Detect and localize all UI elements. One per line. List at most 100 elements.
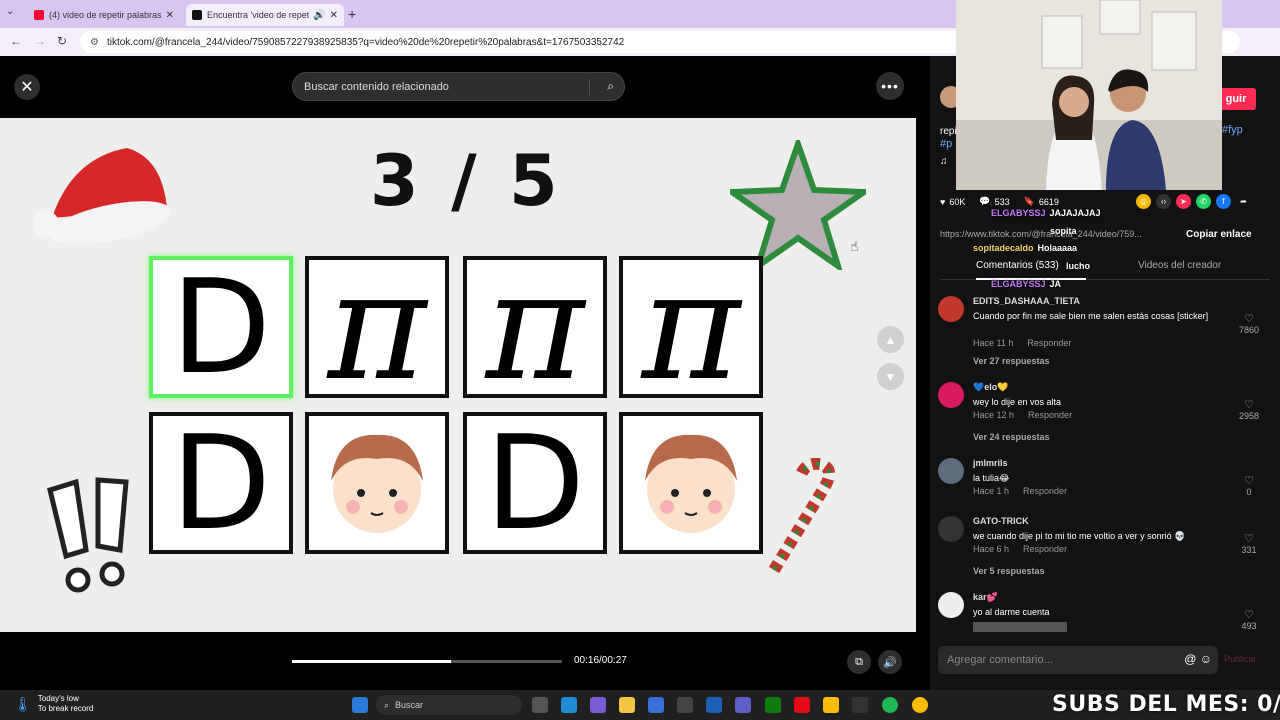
progress-slider[interactable] — [292, 660, 562, 663]
view-replies-button[interactable]: Ver 24 respuestas — [973, 432, 1050, 442]
copy-link-button[interactable]: Copiar enlace — [1186, 229, 1252, 240]
pip-button[interactable]: ⧉ — [847, 650, 871, 674]
search-icon: ⌕ — [384, 699, 390, 710]
avatar[interactable] — [938, 592, 964, 618]
card-letter: π — [641, 240, 741, 414]
copilot-icon[interactable] — [590, 697, 606, 713]
comment-username[interactable]: kar💕 — [973, 592, 998, 603]
xbox-icon[interactable] — [765, 697, 781, 713]
reply-button[interactable]: Responder — [1027, 338, 1071, 348]
comment-time: Hace 1 h — [973, 486, 1010, 496]
back-icon[interactable]: ← — [10, 34, 22, 48]
taskbar-search-label: Buscar — [395, 700, 424, 710]
share-arrow-icon[interactable]: ➦ — [1236, 194, 1251, 209]
comment-username[interactable]: EDITS_DASHAAA_TIETA — [973, 296, 1080, 306]
comment-username[interactable]: 💙elo💛 — [973, 382, 1008, 393]
comment-username[interactable]: jmlmrils — [973, 458, 1008, 468]
tab-comments[interactable]: Comentarios (533) — [976, 260, 1059, 271]
app-icon[interactable] — [677, 697, 693, 713]
reply-button[interactable]: Responder — [1028, 410, 1072, 420]
close-icon: ✕ — [20, 79, 34, 96]
app-icon[interactable] — [706, 697, 722, 713]
comment-like-button[interactable]: ♡ 7860 — [1234, 312, 1264, 335]
close-tab-icon[interactable]: ✕ — [330, 10, 338, 21]
comment-sticker-image — [973, 622, 1067, 632]
follow-label: guir — [1225, 93, 1247, 105]
boy-face-icon — [331, 434, 423, 533]
mention-and-emoji-icons[interactable]: @ ☺ — [1184, 652, 1212, 666]
like-button[interactable]: ♥ 60K — [940, 197, 965, 207]
start-windows-icon[interactable] — [352, 697, 368, 713]
tab-youtube[interactable]: (4) video de repetir palabras - ✕ — [28, 4, 180, 26]
reply-button[interactable]: Responder — [1023, 486, 1067, 496]
comment-time: Hace 11 h — [973, 338, 1014, 348]
word-card: π — [305, 252, 449, 402]
comment-meta: Hace 1 h Responder — [973, 486, 1081, 496]
follow-button[interactable]: guir — [1216, 88, 1256, 110]
reply-button[interactable]: Responder — [1023, 544, 1067, 554]
tab-tiktok[interactable]: Encuentra 'video de repetir 🔊 ✕ — [186, 4, 344, 26]
task-view-icon[interactable] — [532, 697, 548, 713]
chat-text: JAJAJAJAJ — [1049, 208, 1101, 218]
next-video-button[interactable]: ▼ — [877, 363, 904, 390]
chrome-icon[interactable] — [823, 697, 839, 713]
embed-icon[interactable]: ‹› — [1156, 194, 1171, 209]
hashtag-link[interactable]: #fyp — [1222, 124, 1243, 136]
gift-icon[interactable]: ◎ — [1136, 194, 1151, 209]
send-icon[interactable]: ➤ — [1176, 194, 1191, 209]
tab-search-icon[interactable]: ⌄ — [6, 6, 14, 17]
video-content[interactable]: ☝ 3 / 5 D π π π D D — [0, 118, 916, 632]
speaker-icon[interactable]: 🔊 — [313, 10, 325, 21]
avatar[interactable] — [938, 516, 964, 542]
avatar[interactable] — [938, 382, 964, 408]
edge-icon[interactable] — [561, 697, 577, 713]
word-card: D — [149, 412, 293, 554]
chrome-active-icon[interactable] — [912, 697, 928, 713]
close-viewer-button[interactable]: ✕ — [14, 74, 40, 100]
weather-widget[interactable]: 🌡 Today's low To break record — [14, 694, 93, 714]
comment-username[interactable]: GATO-TRICK — [973, 516, 1029, 526]
related-search-input[interactable]: Buscar contenido relacionado ⌕ — [292, 72, 625, 101]
chat-text: sopita — [1050, 226, 1077, 236]
settings-gear-icon[interactable] — [852, 697, 868, 713]
previous-video-button[interactable]: ▲ — [877, 326, 904, 353]
store-icon[interactable] — [648, 697, 664, 713]
comment-input[interactable]: Agregar comentario... @ ☺ — [938, 646, 1218, 674]
comment-like-button[interactable]: ♡ 331 — [1234, 532, 1264, 555]
avatar[interactable] — [938, 296, 964, 322]
teams-icon[interactable] — [735, 697, 751, 713]
chat-text: lucho — [1066, 261, 1090, 271]
publish-button[interactable]: Publicar — [1224, 654, 1257, 664]
volume-button[interactable]: 🔊 — [878, 650, 902, 674]
forward-icon[interactable]: → — [34, 34, 46, 48]
netflix-icon[interactable] — [794, 697, 810, 713]
new-tab-button[interactable]: + — [348, 6, 356, 22]
whatsapp-icon[interactable]: ✆ — [1196, 194, 1211, 209]
comment-meta: Hace 6 h Responder — [973, 544, 1081, 554]
facebook-icon[interactable]: f — [1216, 194, 1231, 209]
taskbar-search[interactable]: ⌕ Buscar — [376, 695, 522, 715]
comment-button[interactable]: 💬 533 — [979, 196, 1009, 207]
site-info-icon[interactable]: ⚙ — [90, 37, 99, 48]
view-replies-button[interactable]: Ver 27 respuestas — [973, 356, 1050, 366]
view-replies-button[interactable]: Ver 5 respuestas — [973, 566, 1045, 576]
comment-text: wey lo dije en vos alta — [973, 397, 1062, 407]
music-note-icon[interactable]: ♫ — [940, 156, 948, 167]
tab-creator-videos[interactable]: Videos del creador — [1138, 260, 1221, 271]
webcam-scene — [956, 0, 1222, 190]
comment-like-button[interactable]: ♡ 493 — [1234, 608, 1264, 631]
comment-like-button[interactable]: ♡ 0 — [1234, 474, 1264, 497]
file-explorer-icon[interactable] — [619, 697, 635, 713]
avatar[interactable] — [938, 458, 964, 484]
comment-like-button[interactable]: ♡ 2958 — [1234, 398, 1264, 421]
stream-chat-message: ELGABYSSJ JA — [991, 279, 1061, 289]
search-icon[interactable]: ⌕ — [607, 79, 614, 94]
spotify-icon[interactable] — [882, 697, 898, 713]
hashtag-link[interactable]: #p — [940, 138, 952, 150]
search-placeholder: Buscar contenido relacionado — [304, 80, 449, 93]
comment-text: Cuando por fin me sale bien me salen est… — [973, 311, 1209, 321]
close-tab-icon[interactable]: ✕ — [166, 10, 174, 21]
save-button[interactable]: 🔖 6619 — [1024, 196, 1059, 207]
more-options-button[interactable]: ••• — [876, 72, 904, 100]
reload-icon[interactable]: ↻ — [57, 34, 67, 48]
